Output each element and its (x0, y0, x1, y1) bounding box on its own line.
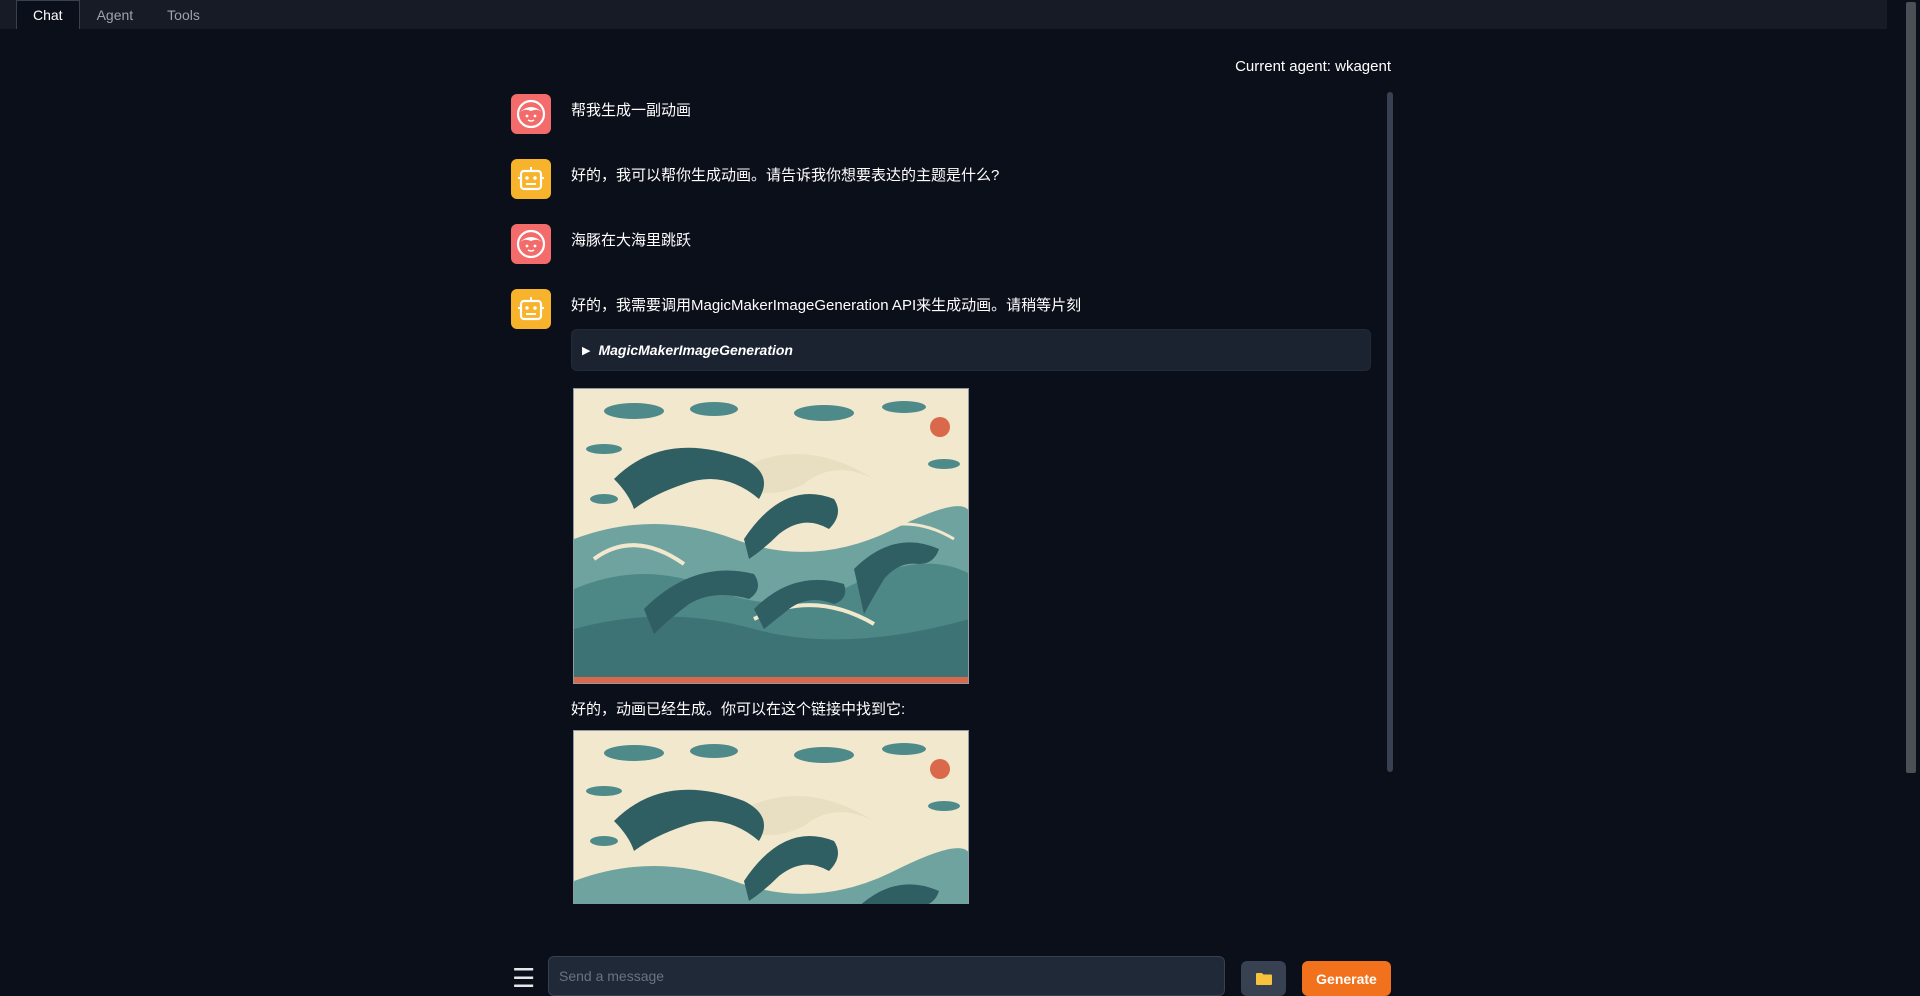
robot-avatar-icon (511, 159, 551, 199)
generated-image[interactable] (573, 730, 969, 904)
message-input[interactable] (548, 956, 1225, 996)
message-user: 海豚在大海里跳跃 (511, 224, 691, 264)
message-user: 帮我生成一副动画 (511, 94, 691, 134)
message-text: 帮我生成一副动画 (571, 102, 692, 119)
message-bot: 好的，我可以帮你生成动画。请告诉我你想要表达的主题是什么? (511, 159, 999, 199)
chat-history: 帮我生成一副动画 好的，我可以帮你生成动画。请告诉我你想要表达的主题是什么? 海… (511, 92, 1381, 904)
tool-call-name: MagicMakerImageGeneration (598, 342, 793, 358)
current-agent-name: wkagent (1335, 58, 1391, 75)
result-caption: 好的，动画已经生成。你可以在这个链接中找到它: (571, 701, 906, 718)
current-agent: Current agent: wkagent (1235, 58, 1391, 75)
generated-image[interactable] (573, 388, 969, 684)
user-avatar-icon (511, 94, 551, 134)
chat-scrollbar[interactable] (1387, 92, 1393, 772)
current-agent-label: Current agent: (1235, 58, 1336, 75)
robot-avatar-icon (511, 289, 551, 329)
message-bot: 好的，我需要调用MagicMakerImageGeneration API来生成… (511, 289, 1081, 329)
message-text: 好的，我可以帮你生成动画。请告诉我你想要表达的主题是什么? (571, 167, 1000, 184)
tab-agent[interactable]: Agent (80, 0, 151, 29)
page-scrollbar-thumb[interactable] (1906, 2, 1916, 773)
folder-icon (1255, 973, 1272, 985)
tab-bar: Chat Agent Tools (0, 0, 1887, 29)
message-text: 好的，我需要调用MagicMakerImageGeneration API来生成… (571, 297, 1082, 314)
page-scrollbar[interactable] (1902, 0, 1920, 991)
message-text: 海豚在大海里跳跃 (571, 232, 692, 249)
tab-tools[interactable]: Tools (150, 0, 217, 29)
user-avatar-icon (511, 224, 551, 264)
tab-chat[interactable]: Chat (16, 0, 80, 29)
caret-right-icon: ▶ (582, 344, 591, 357)
menu-icon[interactable]: ☰ (512, 965, 535, 991)
tool-call-details[interactable]: ▶ MagicMakerImageGeneration (571, 329, 1371, 371)
